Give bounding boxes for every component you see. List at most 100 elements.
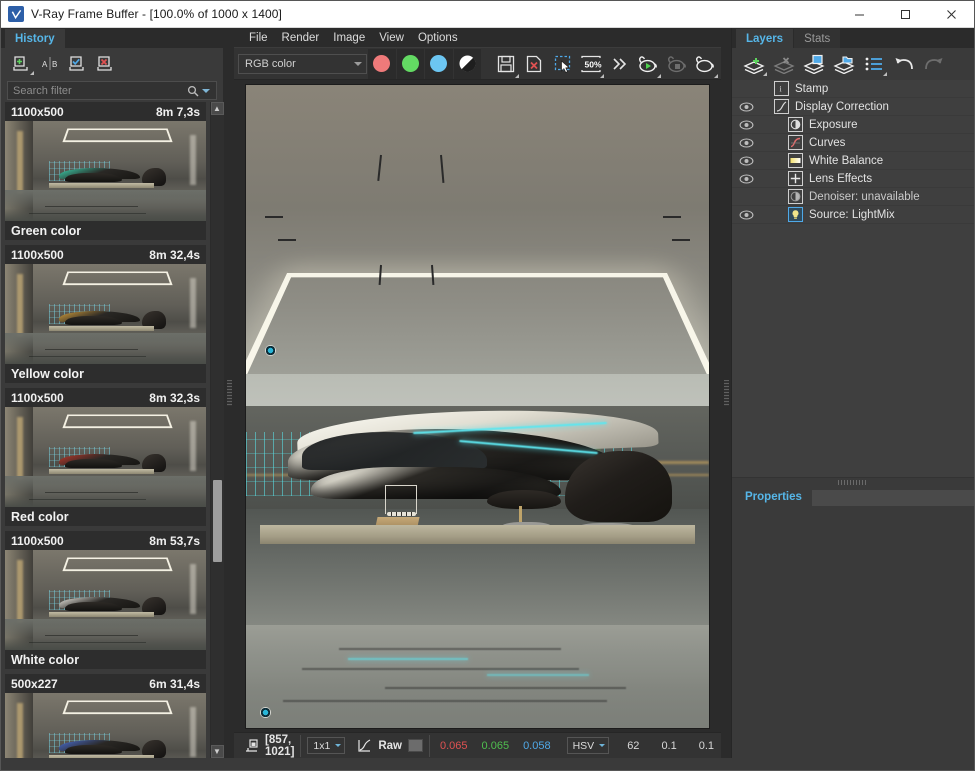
history-item[interactable]: 1100x5008m 7,3sGreen color bbox=[5, 102, 206, 240]
start-render-button[interactable] bbox=[635, 49, 662, 79]
close-button[interactable] bbox=[928, 1, 974, 28]
layer-row[interactable]: i Stamp bbox=[732, 80, 974, 98]
properties-body[interactable] bbox=[732, 506, 974, 759]
color-mode-section[interactable]: Raw bbox=[351, 735, 430, 757]
more-tools-button[interactable] bbox=[606, 49, 633, 79]
stamp-icon: i bbox=[774, 81, 789, 96]
history-item-name: Yellow color bbox=[5, 364, 206, 383]
render-viewport[interactable] bbox=[234, 80, 721, 732]
scene-ceiling-bar bbox=[663, 216, 681, 218]
sample-size-section[interactable]: 1x1 bbox=[301, 735, 351, 757]
layer-visibility-toggle[interactable] bbox=[732, 134, 760, 152]
chevron-down-icon[interactable] bbox=[202, 89, 210, 93]
menu-image[interactable]: Image bbox=[326, 29, 372, 47]
tab-layers[interactable]: Layers bbox=[736, 29, 793, 48]
history-list[interactable]: 1100x5008m 7,3sGreen color1100x5008m 32,… bbox=[1, 102, 210, 758]
tab-history[interactable]: History bbox=[5, 29, 65, 48]
scroll-up-button[interactable]: ▲ bbox=[211, 102, 224, 115]
history-scrollbar[interactable]: ▲ ▼ bbox=[210, 102, 223, 758]
layer-row[interactable]: Denoiser: unavailable bbox=[732, 188, 974, 206]
render-panel: FileRenderImageViewOptions RGB color bbox=[234, 28, 721, 758]
colorspace-select[interactable]: HSV bbox=[567, 737, 610, 754]
green-value: 0.065 bbox=[482, 740, 510, 752]
layer-visibility-toggle[interactable] bbox=[732, 116, 760, 134]
minimize-button[interactable] bbox=[836, 1, 882, 28]
zoom-level-button[interactable]: 50% bbox=[578, 49, 605, 79]
channel-select[interactable]: RGB color bbox=[238, 54, 367, 74]
history-item-thumbnail[interactable] bbox=[5, 264, 206, 364]
add-layer-button[interactable] bbox=[740, 51, 768, 77]
redo-button[interactable] bbox=[920, 51, 948, 77]
history-item-thumbnail[interactable] bbox=[5, 121, 206, 221]
tab-properties[interactable]: Properties bbox=[736, 488, 811, 506]
layer-presets-button[interactable] bbox=[860, 51, 888, 77]
alpha-channel-button[interactable] bbox=[454, 49, 481, 79]
history-search-row[interactable] bbox=[7, 81, 217, 100]
properties-splitter[interactable] bbox=[732, 477, 974, 487]
history-scroll-track[interactable] bbox=[211, 115, 224, 745]
undo-button[interactable] bbox=[890, 51, 918, 77]
dropdown-corner-icon bbox=[657, 74, 661, 78]
history-item[interactable]: 1100x5008m 32,3sRed color bbox=[5, 388, 206, 526]
save-layers-button[interactable] bbox=[800, 51, 828, 77]
colorspace-section[interactable]: HSV bbox=[561, 735, 616, 757]
history-item-time: 8m 7,3s bbox=[156, 105, 200, 119]
sample-size-select[interactable]: 1x1 bbox=[307, 737, 345, 754]
red-channel-button[interactable] bbox=[368, 49, 395, 79]
pixel-coords-section[interactable]: [857, 1021] bbox=[238, 735, 301, 757]
half-circle-icon bbox=[459, 55, 476, 72]
maximize-button[interactable] bbox=[882, 1, 928, 28]
history-item-thumbnail[interactable] bbox=[5, 550, 206, 650]
layer-row[interactable]: Exposure bbox=[732, 116, 974, 134]
layer-label: Stamp bbox=[795, 83, 828, 95]
left-splitter[interactable] bbox=[224, 28, 234, 758]
load-layers-button[interactable] bbox=[830, 51, 858, 77]
history-item-thumbnail[interactable] bbox=[5, 407, 206, 507]
layer-visibility-toggle[interactable] bbox=[732, 152, 760, 170]
save-image-button[interactable] bbox=[492, 49, 519, 79]
menu-file[interactable]: File bbox=[242, 29, 275, 47]
layer-visibility-toggle[interactable] bbox=[732, 206, 760, 224]
blue-channel-button[interactable] bbox=[425, 49, 452, 79]
search-input[interactable] bbox=[8, 85, 184, 97]
right-splitter[interactable] bbox=[721, 28, 731, 758]
history-item[interactable]: 500x2276m 31,4sBlue color bbox=[5, 674, 206, 758]
layer-row[interactable]: Lens Effects bbox=[732, 170, 974, 188]
scene-floor-reflection bbox=[302, 668, 580, 670]
layer-row[interactable]: Display Correction bbox=[732, 98, 974, 116]
eye-icon bbox=[739, 210, 754, 220]
delete-layer-button[interactable] bbox=[770, 51, 798, 77]
region-render-button[interactable] bbox=[549, 49, 576, 79]
delete-history-button[interactable] bbox=[93, 52, 119, 76]
menu-view[interactable]: View bbox=[372, 29, 411, 47]
scene-reflective-floor bbox=[246, 625, 709, 728]
history-item[interactable]: 1100x5008m 32,4sYellow color bbox=[5, 245, 206, 383]
history-item-thumbnail[interactable] bbox=[5, 693, 206, 758]
layer-visibility-placeholder bbox=[732, 188, 760, 206]
history-item[interactable]: 1100x5008m 53,7sWhite color bbox=[5, 531, 206, 669]
layer-list[interactable]: i Stamp Display CorrectionExposureCurvesWh… bbox=[732, 80, 974, 224]
layer-visibility-toggle[interactable] bbox=[732, 170, 760, 188]
menu-options[interactable]: Options bbox=[411, 29, 465, 47]
stop-render-button[interactable] bbox=[663, 49, 690, 79]
menu-render[interactable]: Render bbox=[275, 29, 327, 47]
history-scroll-thumb[interactable] bbox=[213, 480, 222, 562]
layer-visibility-toggle[interactable] bbox=[732, 98, 760, 116]
scroll-down-button[interactable]: ▼ bbox=[211, 745, 224, 758]
layer-list-empty-area[interactable] bbox=[732, 224, 974, 477]
compare-ab-button[interactable]: A B bbox=[37, 52, 63, 76]
save-to-history-button[interactable] bbox=[9, 52, 35, 76]
layer-row[interactable]: White Balance bbox=[732, 152, 974, 170]
last-render-button[interactable] bbox=[692, 49, 719, 79]
green-channel-button[interactable] bbox=[397, 49, 424, 79]
colorspace-value: HSV bbox=[573, 740, 595, 752]
exposure-icon bbox=[788, 117, 803, 132]
clear-image-button[interactable] bbox=[521, 49, 548, 79]
layer-row[interactable]: Source: LightMix bbox=[732, 206, 974, 224]
layer-row[interactable]: Curves bbox=[732, 134, 974, 152]
history-item-resolution: 500x227 bbox=[11, 677, 58, 691]
tab-stats[interactable]: Stats bbox=[794, 29, 840, 48]
history-item-time: 8m 53,7s bbox=[149, 534, 200, 548]
load-from-history-button[interactable] bbox=[65, 52, 91, 76]
rendered-image[interactable] bbox=[245, 84, 710, 729]
